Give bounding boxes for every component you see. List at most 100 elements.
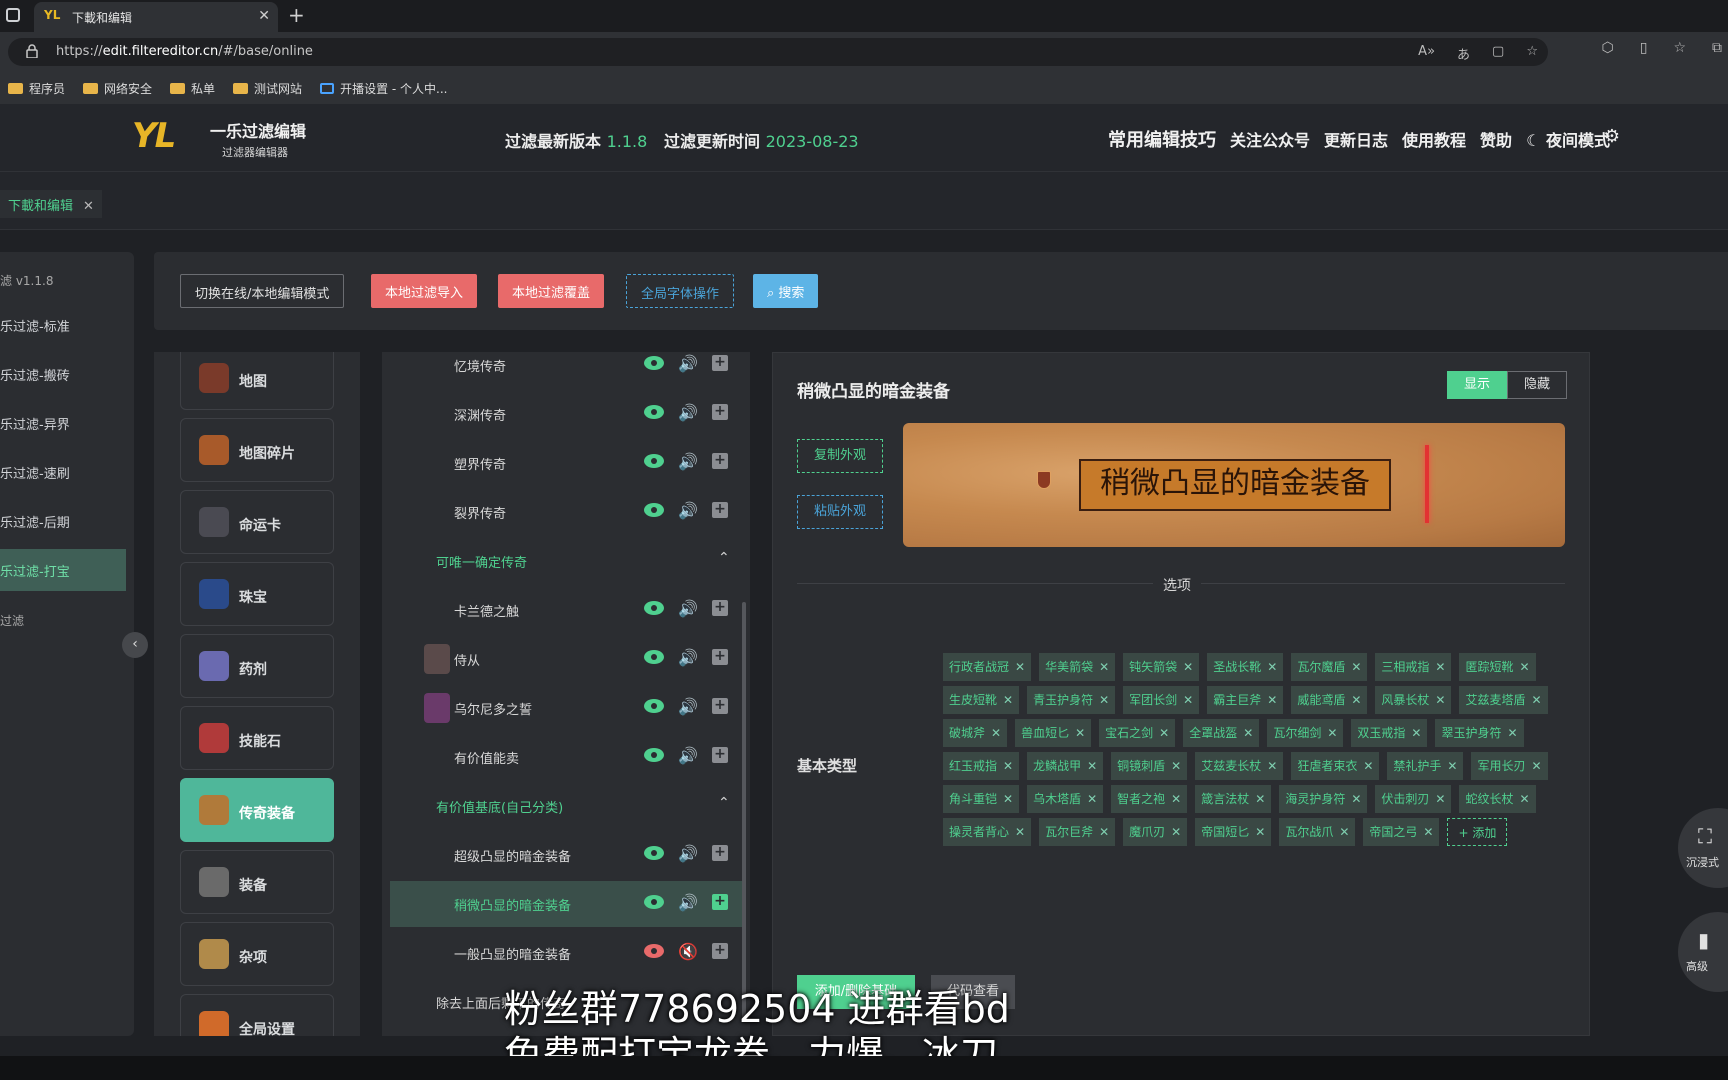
- basetype-tag[interactable]: 威能鸢盾 ✕: [1291, 686, 1368, 714]
- eye-off-icon[interactable]: [644, 944, 664, 958]
- basetype-tag[interactable]: 乌木塔盾 ✕: [1027, 785, 1104, 813]
- list-item[interactable]: 一般凸显的暗金装备 🔇 +: [390, 930, 742, 976]
- category-equipment[interactable]: 装备: [180, 850, 334, 914]
- mute-icon[interactable]: 🔇: [678, 942, 698, 961]
- page-icon[interactable]: ▢: [1492, 44, 1504, 63]
- favorite-star-icon[interactable]: ☆: [1526, 44, 1538, 63]
- gear-icon[interactable]: ⚙: [1604, 126, 1620, 147]
- remove-tag-icon[interactable]: ✕: [1171, 759, 1181, 773]
- sidebar-item-brick[interactable]: 乐过滤-搬砖: [0, 353, 126, 395]
- category-map[interactable]: 地图: [180, 352, 334, 410]
- remove-tag-icon[interactable]: ✕: [1099, 825, 1109, 839]
- basetype-tag[interactable]: 青玉护身符 ✕: [1027, 686, 1116, 714]
- remove-tag-icon[interactable]: ✕: [1183, 693, 1193, 707]
- speaker-icon[interactable]: 🔊: [678, 501, 698, 520]
- list-item[interactable]: 忆境传奇 🔊 +: [390, 352, 742, 388]
- basetype-tag[interactable]: 霸主巨斧 ✕: [1207, 686, 1284, 714]
- paste-style-button[interactable]: 粘贴外观: [797, 495, 883, 529]
- speaker-icon[interactable]: 🔊: [678, 599, 698, 618]
- speaker-icon[interactable]: 🔊: [678, 403, 698, 422]
- local-import-button[interactable]: 本地过滤导入: [371, 274, 478, 308]
- bookmark-item[interactable]: 网络安全: [83, 80, 152, 97]
- basetype-tag[interactable]: 魔爪刃 ✕: [1123, 818, 1188, 846]
- favorites-icon[interactable]: ☆: [1673, 40, 1686, 56]
- basetype-tag[interactable]: 三相戒指 ✕: [1375, 653, 1452, 681]
- basetype-tag[interactable]: 瓦尔魔盾 ✕: [1291, 653, 1368, 681]
- extensions-icon[interactable]: ⬡: [1601, 40, 1613, 56]
- bookmark-item[interactable]: 开播设置 - 个人中...: [320, 80, 447, 97]
- chevron-up-icon[interactable]: ⌃: [718, 550, 730, 566]
- remove-tag-icon[interactable]: ✕: [1519, 792, 1529, 806]
- remove-tag-icon[interactable]: ✕: [1351, 792, 1361, 806]
- remove-tag-icon[interactable]: ✕: [1423, 825, 1433, 839]
- basetype-tag[interactable]: 破城斧 ✕: [943, 719, 1008, 747]
- basetype-tag[interactable]: 瓦尔战爪 ✕: [1279, 818, 1356, 846]
- speaker-icon[interactable]: 🔊: [678, 893, 698, 912]
- browser-tab[interactable]: YL 下載和编辑 ✕: [34, 2, 278, 32]
- list-item[interactable]: 塑界传奇 🔊 +: [390, 440, 742, 486]
- remove-tag-icon[interactable]: ✕: [1075, 726, 1085, 740]
- list-item[interactable]: 侍从 🔊 +: [390, 636, 742, 682]
- eye-icon[interactable]: [644, 356, 664, 370]
- basetype-tag[interactable]: 军团长剑 ✕: [1123, 686, 1200, 714]
- basetype-tag[interactable]: 艾兹麦长杖 ✕: [1195, 752, 1284, 780]
- category-flask[interactable]: 药剂: [180, 634, 334, 698]
- remove-tag-icon[interactable]: ✕: [1003, 693, 1013, 707]
- add-tag-button[interactable]: + 添加: [1447, 818, 1508, 846]
- remove-tag-icon[interactable]: ✕: [1003, 759, 1013, 773]
- hide-button[interactable]: 隐藏: [1507, 371, 1567, 399]
- basetype-tag[interactable]: 蛇纹长杖 ✕: [1459, 785, 1536, 813]
- speaker-icon[interactable]: 🔊: [678, 697, 698, 716]
- remove-tag-icon[interactable]: ✕: [1435, 660, 1445, 674]
- basetype-tag[interactable]: 角斗重铠 ✕: [943, 785, 1020, 813]
- translate-icon[interactable]: あ: [1457, 44, 1470, 63]
- remove-tag-icon[interactable]: ✕: [991, 726, 1001, 740]
- nav-sponsor[interactable]: 赞助: [1480, 127, 1512, 151]
- basetype-tag[interactable]: 狂虐者束衣 ✕: [1291, 752, 1380, 780]
- eye-icon[interactable]: [644, 895, 664, 909]
- remove-tag-icon[interactable]: ✕: [1447, 759, 1457, 773]
- remove-tag-icon[interactable]: ✕: [1267, 759, 1277, 773]
- close-tab-icon[interactable]: ✕: [258, 8, 270, 24]
- basetype-tag[interactable]: 龙鳞战甲 ✕: [1027, 752, 1104, 780]
- eye-icon[interactable]: [644, 699, 664, 713]
- category-gem[interactable]: 技能石: [180, 706, 334, 770]
- eye-icon[interactable]: [644, 601, 664, 615]
- bookmark-item[interactable]: 程序员: [8, 80, 65, 97]
- nav-night-mode[interactable]: ☾ 夜间模式: [1526, 127, 1610, 151]
- sidebar-footer[interactable]: 过滤: [0, 600, 126, 642]
- category-jewel[interactable]: 珠宝: [180, 562, 334, 626]
- remove-tag-icon[interactable]: ✕: [1255, 792, 1265, 806]
- advanced-button[interactable]: ▮ 高级: [1678, 912, 1728, 992]
- basetype-tag[interactable]: 行政者战冠 ✕: [943, 653, 1032, 681]
- show-button[interactable]: 显示: [1447, 371, 1507, 399]
- remove-tag-icon[interactable]: ✕: [1531, 759, 1541, 773]
- speaker-icon[interactable]: 🔊: [678, 746, 698, 765]
- remove-tag-icon[interactable]: ✕: [1015, 660, 1025, 674]
- eye-icon[interactable]: [644, 503, 664, 517]
- category-map-fragment[interactable]: 地图碎片: [180, 418, 334, 482]
- sidebar-item-standard[interactable]: 乐过滤-标准: [0, 304, 126, 346]
- basetype-tag[interactable]: 帝国短匕 ✕: [1195, 818, 1272, 846]
- speaker-icon[interactable]: 🔊: [678, 452, 698, 471]
- sidebar-item-loot[interactable]: 乐过滤-打宝: [0, 549, 126, 591]
- remove-tag-icon[interactable]: ✕: [1339, 825, 1349, 839]
- bookmark-item[interactable]: 私单: [170, 80, 215, 97]
- basetype-tag[interactable]: 智者之袍 ✕: [1111, 785, 1188, 813]
- remove-tag-icon[interactable]: ✕: [1159, 726, 1169, 740]
- add-icon[interactable]: +: [712, 698, 728, 714]
- speaker-icon[interactable]: 🔊: [678, 648, 698, 667]
- eye-icon[interactable]: [644, 405, 664, 419]
- add-icon[interactable]: +: [712, 453, 728, 469]
- list-item[interactable]: 乌尔尼多之誓 🔊 +: [390, 685, 742, 731]
- add-icon[interactable]: +: [712, 355, 728, 371]
- global-font-button[interactable]: 全局字体操作: [626, 274, 735, 308]
- list-item-selected[interactable]: 稍微凸显的暗金装备 🔊 +: [390, 881, 742, 927]
- category-unique[interactable]: 传奇装备: [180, 778, 334, 842]
- remove-tag-icon[interactable]: ✕: [1255, 825, 1265, 839]
- list-group[interactable]: 有价值基底(自己分类) ⌃: [390, 783, 742, 829]
- remove-tag-icon[interactable]: ✕: [1243, 726, 1253, 740]
- speaker-icon[interactable]: 🔊: [678, 354, 698, 373]
- eye-icon[interactable]: [644, 454, 664, 468]
- collections-icon[interactable]: ⧉: [1712, 40, 1722, 56]
